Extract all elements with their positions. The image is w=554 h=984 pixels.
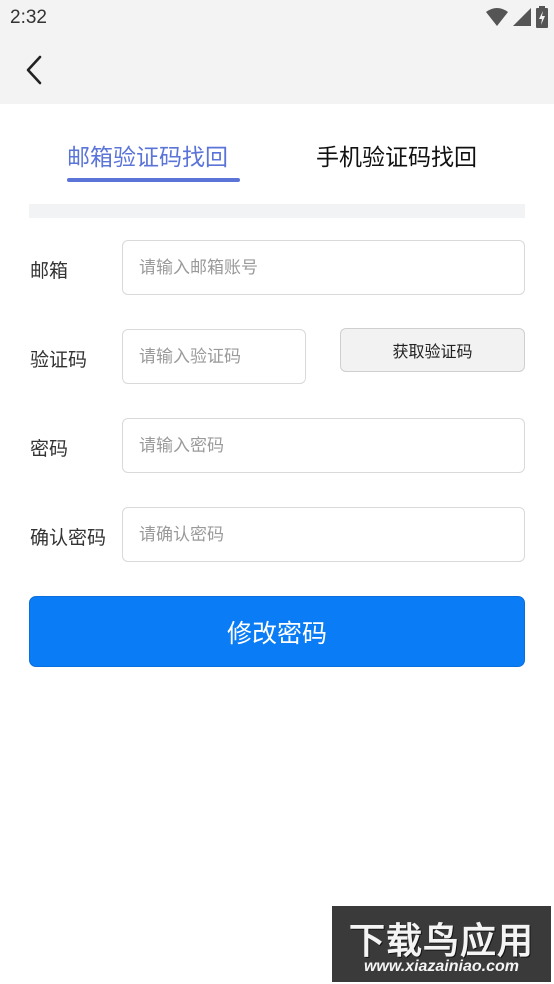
back-button[interactable]: [14, 52, 54, 92]
app-bar: [0, 38, 554, 104]
status-bar: 2:32: [0, 0, 554, 38]
password-field-box: [122, 418, 525, 473]
watermark-title: 下载鸟应用: [348, 921, 534, 962]
section-divider: [29, 204, 525, 218]
wifi-icon: [486, 7, 508, 31]
watermark-logo: 下载鸟应用 www.xiazainiao.com: [332, 906, 551, 982]
code-input[interactable]: [139, 346, 305, 367]
password-input[interactable]: [139, 435, 524, 456]
code-field-box: [122, 329, 306, 384]
get-code-button[interactable]: 获取验证码: [340, 328, 525, 372]
email-field-box: [122, 240, 525, 295]
chevron-left-icon: [23, 55, 45, 89]
code-label: 验证码: [30, 349, 88, 371]
tab-phone-recovery[interactable]: 手机验证码找回: [316, 138, 477, 172]
change-password-button[interactable]: 修改密码: [29, 596, 525, 667]
confirm-password-field-box: [122, 507, 525, 562]
status-icons: [486, 6, 548, 32]
password-label: 密码: [30, 438, 69, 460]
email-label: 邮箱: [30, 260, 69, 282]
confirm-password-label: 确认密码: [30, 527, 107, 549]
email-input[interactable]: [139, 257, 524, 278]
active-tab-indicator: [67, 178, 240, 182]
signal-icon: [512, 7, 532, 31]
confirm-password-input[interactable]: [139, 524, 524, 545]
tab-email-recovery[interactable]: 邮箱验证码找回: [67, 138, 228, 172]
battery-charging-icon: [536, 6, 548, 32]
watermark-url: www.xiazainiao.com: [363, 958, 519, 975]
recovery-tabs: 邮箱验证码找回 手机验证码找回: [0, 104, 554, 194]
status-time: 2:32: [10, 7, 47, 28]
